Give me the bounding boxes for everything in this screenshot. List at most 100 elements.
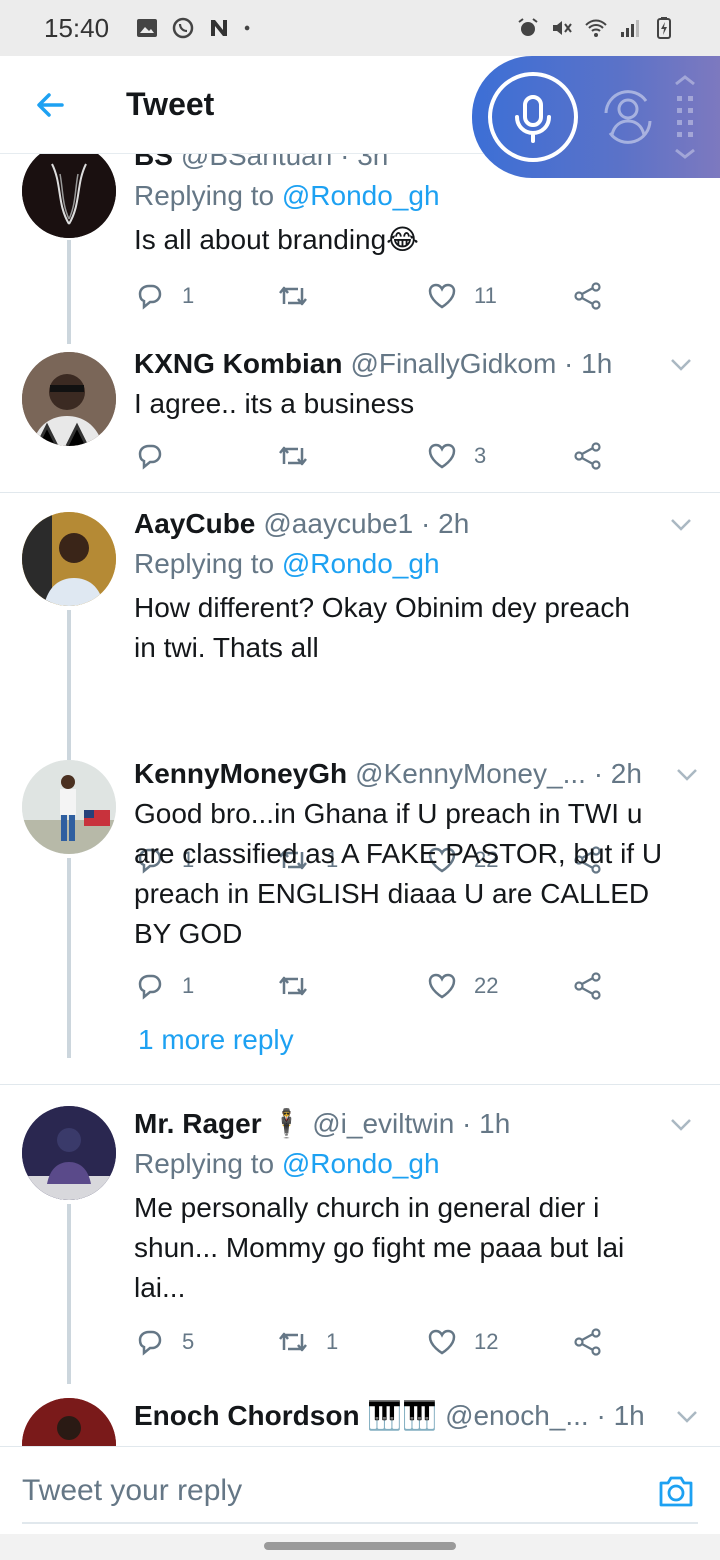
- author-handle[interactable]: @enoch_... · 1h: [445, 1396, 645, 1436]
- retweet-icon: [279, 1332, 307, 1352]
- tweet-item[interactable]: KennyMoneyGh @KennyMoney_... · 2h Good b…: [0, 754, 720, 1084]
- tweet-text-line: Me personally church in general dier i: [134, 1192, 600, 1223]
- avatar[interactable]: [22, 1398, 116, 1446]
- tweet-item[interactable]: AayCube @aaycube1 · 2h Replying to @Rond…: [0, 496, 720, 760]
- gallery-icon: [137, 19, 158, 37]
- home-indicator[interactable]: [264, 1542, 456, 1550]
- replying-to: Replying to @Rondo_gh: [134, 544, 696, 584]
- tweet-text: Me personally church in general dier i s…: [134, 1188, 696, 1308]
- avatar[interactable]: [22, 352, 116, 446]
- microphone-icon: [515, 95, 551, 143]
- reply-composer: [0, 1446, 720, 1534]
- share-icon: [574, 972, 601, 1000]
- author-handle[interactable]: @i_eviltwin · 1h: [312, 1104, 510, 1144]
- camera-icon[interactable]: [656, 1471, 696, 1511]
- tweet-header: KXNG Kombian @FinallyGidkom · 1h: [134, 344, 696, 384]
- caret-down-icon[interactable]: [666, 512, 696, 536]
- author-name[interactable]: Enoch Chordson 🎹🎹: [134, 1396, 437, 1436]
- author-name[interactable]: KXNG Kombian: [134, 344, 342, 384]
- like-button[interactable]: 12: [426, 1322, 498, 1362]
- avatar-photo-icon: [22, 512, 116, 606]
- author-handle[interactable]: @BSantuan · 3h: [181, 154, 388, 176]
- share-button[interactable]: [572, 436, 604, 476]
- share-icon: [574, 1328, 601, 1356]
- retweet-button[interactable]: [276, 276, 326, 316]
- share-button[interactable]: [572, 276, 604, 316]
- tweet-text-line: How different? Okay Obinim dey preach: [134, 592, 630, 623]
- author-name[interactable]: KennyMoneyGh: [134, 754, 347, 794]
- author-handle[interactable]: @KennyMoney_... · 2h: [355, 754, 642, 794]
- tweet-item[interactable]: BS @BSantuan · 3h Replying to @Rondo_gh …: [0, 154, 720, 344]
- retweet-icon: [279, 286, 307, 306]
- like-icon: [428, 443, 456, 469]
- author-name[interactable]: BS: [134, 154, 173, 176]
- caret-down-icon[interactable]: [666, 1112, 696, 1136]
- reply-button[interactable]: 5: [134, 1322, 194, 1362]
- tweet-item[interactable]: KXNG Kombian @FinallyGidkom · 1h I agree…: [0, 334, 720, 492]
- reply-button[interactable]: 1: [134, 966, 194, 1006]
- retweet-button[interactable]: [276, 436, 326, 476]
- caret-down-icon[interactable]: [672, 1404, 702, 1428]
- reply-icon: [138, 1330, 162, 1356]
- status-bar: 15:40: [0, 0, 720, 56]
- replying-to: Replying to @Rondo_gh: [134, 1144, 696, 1184]
- signal-icon: [621, 20, 639, 37]
- like-count: 12: [474, 1329, 499, 1354]
- status-time: 15:40: [44, 12, 110, 43]
- retweet-button[interactable]: [276, 966, 326, 1006]
- n-app-icon: [211, 20, 228, 36]
- avatar[interactable]: [22, 1106, 116, 1200]
- reply-button[interactable]: 1: [134, 276, 194, 316]
- mention-link[interactable]: @Rondo_gh: [282, 1148, 440, 1179]
- avatar-art-icon: [22, 154, 116, 238]
- like-icon: [428, 283, 456, 309]
- replying-to-label: Replying to: [134, 548, 282, 579]
- tweet-header: KennyMoneyGh @KennyMoney_... · 2h: [134, 754, 696, 794]
- mention-link[interactable]: @Rondo_gh: [282, 548, 440, 579]
- avatar[interactable]: [22, 512, 116, 606]
- tweet-text-line: are classified as A FAKE PASTOR, but if …: [134, 838, 663, 869]
- like-button[interactable]: 3: [426, 436, 486, 476]
- retweet-count: 1: [326, 1329, 339, 1354]
- reply-button[interactable]: [134, 436, 182, 476]
- tweet-text-line: shun... Mommy go fight me paaa but lai: [134, 1232, 625, 1263]
- microphone-button[interactable]: [488, 72, 578, 162]
- replying-to-label: Replying to: [134, 1148, 282, 1179]
- more-replies-link[interactable]: 1 more reply: [138, 1024, 294, 1056]
- user-sync-icon[interactable]: [596, 85, 660, 149]
- reply-icon: [138, 444, 162, 470]
- avatar[interactable]: [22, 154, 116, 238]
- like-icon: [428, 973, 456, 999]
- share-button[interactable]: [572, 966, 604, 1006]
- thread-line: [67, 1204, 71, 1384]
- battery-icon: [657, 17, 671, 39]
- mention-link[interactable]: @Rondo_gh: [282, 180, 440, 211]
- avatar-photo-icon: [22, 352, 116, 446]
- avatar-photo-icon: [22, 1398, 116, 1446]
- tweet-text-line: BY GOD: [134, 918, 243, 949]
- like-button[interactable]: 22: [426, 966, 498, 1006]
- system-nav-bar: [0, 1534, 720, 1560]
- thread-more-indicator: [66, 1020, 72, 1056]
- author-handle[interactable]: @aaycube1 · 2h: [263, 504, 469, 544]
- author-name[interactable]: AayCube: [134, 504, 255, 544]
- author-name[interactable]: Mr. Rager 🕴: [134, 1104, 304, 1144]
- drag-handle-icon[interactable]: [670, 72, 700, 162]
- reply-input[interactable]: [22, 1473, 622, 1508]
- like-button[interactable]: 11: [426, 276, 497, 316]
- back-button[interactable]: [20, 75, 80, 135]
- author-handle[interactable]: @FinallyGidkom · 1h: [350, 344, 612, 384]
- retweet-button[interactable]: 1: [276, 1322, 338, 1362]
- caret-down-icon[interactable]: [672, 762, 702, 786]
- tweet-actions: 1 22: [134, 966, 614, 1006]
- like-count: 22: [474, 973, 499, 998]
- reply-feed[interactable]: BS @BSantuan · 3h Replying to @Rondo_gh …: [0, 154, 720, 1446]
- caret-down-icon[interactable]: [666, 352, 696, 376]
- avatar[interactable]: [22, 760, 116, 854]
- tweet-text-line: preach in ENGLISH diaaa U are CALLED: [134, 878, 650, 909]
- avatar-photo-icon: [22, 1106, 116, 1200]
- share-button[interactable]: [572, 1322, 604, 1362]
- avatar-photo-icon: [22, 760, 116, 854]
- reply-count: 1: [182, 283, 195, 308]
- tweet-item[interactable]: Enoch Chordson 🎹🎹 @enoch_... · 1h: [0, 1384, 720, 1446]
